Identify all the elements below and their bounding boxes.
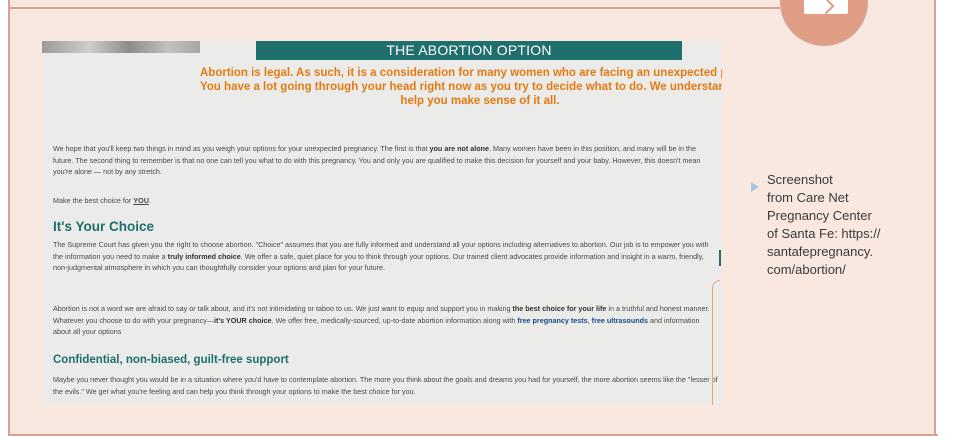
laptop-icon <box>804 0 848 14</box>
intro-text: Abortion is legal. As such, it is a cons… <box>200 66 722 108</box>
caption-line: Screenshot <box>767 172 833 187</box>
paragraph-best-choice: Make the best choice for YOU. <box>53 196 151 205</box>
caption-line: from Care Net <box>767 190 849 205</box>
paragraph-lesser-evil: Maybe you never thought you would be in … <box>53 375 718 396</box>
sidebar-edge-rule <box>719 250 721 266</box>
paragraph-not-alone: We hope that you'll keep two things in m… <box>53 144 701 176</box>
free-ultrasounds-link[interactable]: free ultrasounds <box>592 316 648 325</box>
hero-image <box>42 41 200 53</box>
you-emphasis: YOU <box>133 196 149 205</box>
intro-line: Abortion is legal. As such, it is a cons… <box>200 67 722 79</box>
caption-line: com/abortion/ <box>767 262 846 277</box>
caption-line: of Santa Fe: https:// <box>767 226 881 241</box>
caption-line: santafepregnancy. <box>767 244 873 259</box>
heading-support: Confidential, non-biased, guilt-free sup… <box>53 354 289 366</box>
paragraph-supreme-court: The Supreme Court has given you the righ… <box>53 240 709 272</box>
sidebar-edge-arc <box>712 280 720 405</box>
paragraph-not-taboo: Abortion is not a word we are afraid to … <box>53 304 710 336</box>
caption-line: Pregnancy Center <box>767 208 872 223</box>
heading-its-your-choice: It's Your Choice <box>53 219 154 234</box>
page-title: THE ABORTION OPTION <box>256 41 682 60</box>
free-pregnancy-tests-link[interactable]: free pregnancy tests <box>517 316 587 325</box>
intro-line: help you make sense of it all. <box>400 95 560 107</box>
triangle-bullet-icon <box>751 182 759 192</box>
intro-line: You have a lot going through your head r… <box>200 81 722 93</box>
website-screenshot: THE ABORTION OPTION Abortion is legal. A… <box>42 41 722 405</box>
screenshot-caption: Screenshot from Care Net Pregnancy Cente… <box>767 171 927 279</box>
frame-top-rule <box>8 7 780 9</box>
